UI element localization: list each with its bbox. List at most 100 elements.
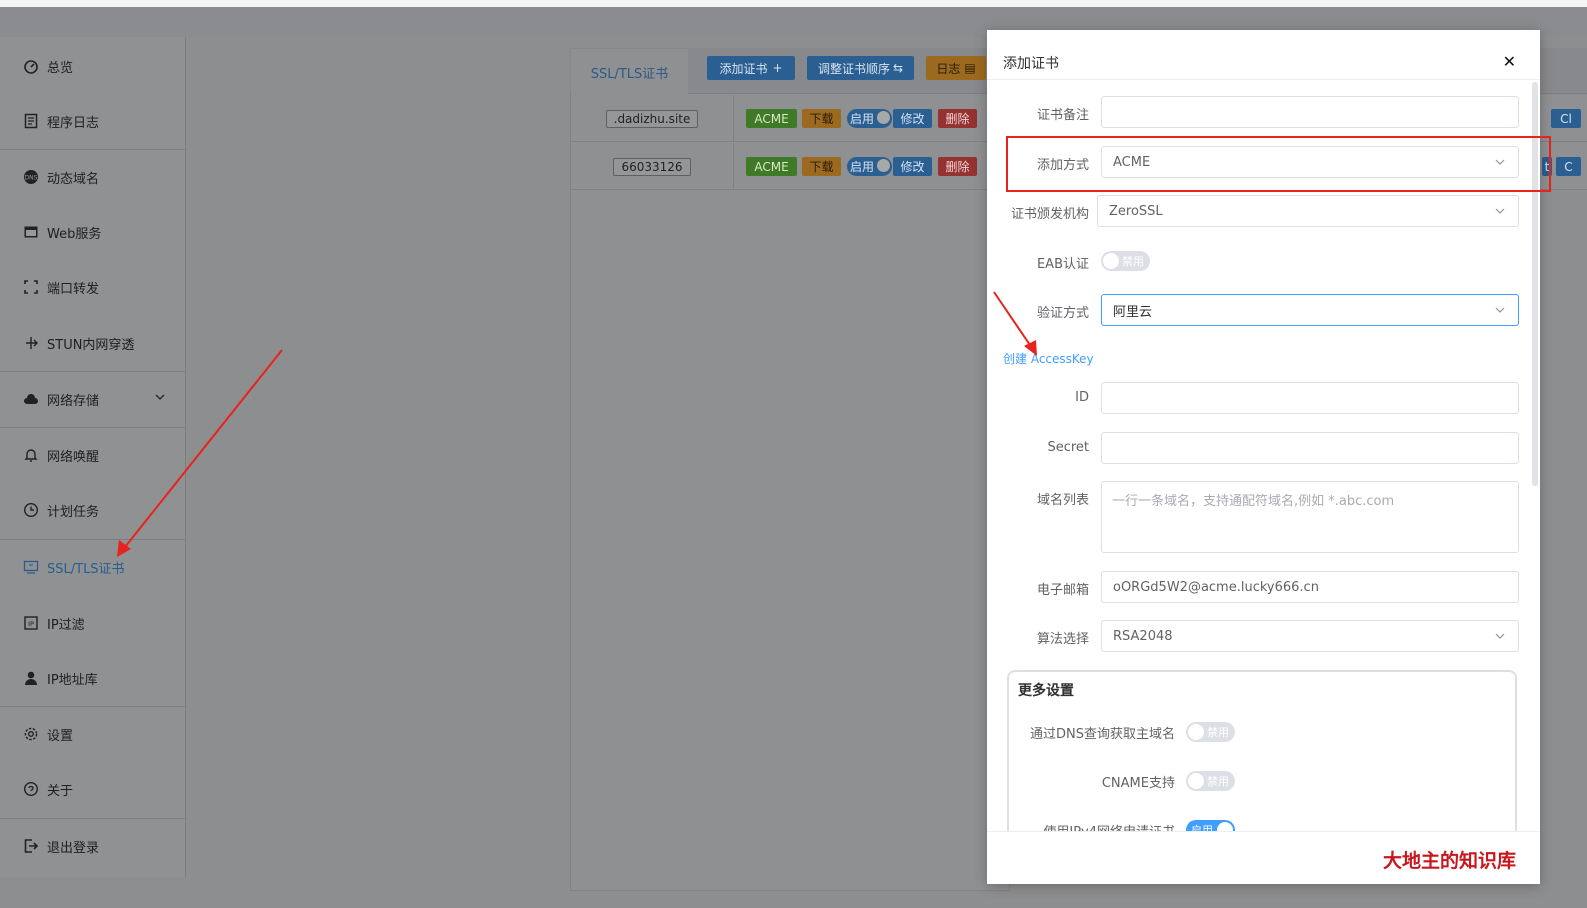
- cut-off-button[interactable]: C: [1556, 157, 1581, 176]
- issuer-select[interactable]: ZeroSSL: [1097, 195, 1519, 227]
- sidebar-item-ssl[interactable]: SSL/TLS证书: [0, 547, 186, 587]
- sidebar-item-label: 总览: [47, 60, 74, 76]
- sidebar: 总览 程序日志 DNS 动态域名 Web服务 端口转发 STUN内网穿透 网络存…: [0, 37, 186, 877]
- issuer-label: 证书颁发机构: [1010, 207, 1089, 222]
- download-button[interactable]: 下载: [802, 109, 841, 128]
- svg-text:IP: IP: [28, 620, 34, 628]
- ip-filter-icon: IP: [22, 614, 40, 632]
- ipv4-switch[interactable]: 启用: [1186, 820, 1235, 831]
- sidebar-divider: [0, 706, 186, 707]
- add-certificate-label: 添加证书: [719, 61, 768, 76]
- logout-icon: [22, 837, 40, 855]
- sidebar-item-label: 程序日志: [47, 115, 100, 131]
- sidebar-item-ddns[interactable]: DNS 动态域名: [0, 157, 186, 197]
- sidebar-item-about[interactable]: 关于: [0, 769, 186, 809]
- switch-knob: [1103, 253, 1119, 269]
- switch-state: 禁用: [1207, 726, 1229, 739]
- sidebar-item-label: Web服务: [47, 226, 102, 242]
- cut-off-button[interactable]: Cl: [1551, 109, 1581, 128]
- cname-label: CNAME支持: [1101, 776, 1175, 791]
- plus-icon: +: [772, 61, 783, 75]
- algorithm-label: 算法选择: [1036, 632, 1089, 647]
- sidebar-item-logout[interactable]: 退出登录: [0, 826, 186, 866]
- sidebar-item-label: IP地址库: [47, 672, 98, 688]
- sidebar-item-ip-db[interactable]: IP地址库: [0, 658, 186, 698]
- eab-switch[interactable]: 禁用: [1101, 251, 1150, 271]
- sidebar-item-ip-filter[interactable]: IP IP过滤: [0, 603, 186, 643]
- id-label: ID: [1075, 390, 1089, 405]
- sidebar-item-label: STUN内网穿透: [47, 337, 135, 353]
- sidebar-item-web[interactable]: Web服务: [0, 212, 186, 252]
- sidebar-item-label: 动态域名: [47, 171, 100, 187]
- chevron-down-icon: [1494, 304, 1506, 320]
- sidebar-item-label: 关于: [47, 783, 74, 799]
- enable-toggle[interactable]: 启用: [847, 109, 893, 128]
- sidebar-item-label: 网络存储: [47, 393, 100, 409]
- reorder-button[interactable]: 调整证书顺序 ⇆: [807, 56, 914, 80]
- log-icon: [22, 112, 40, 130]
- edit-button[interactable]: 修改: [893, 109, 932, 128]
- acme-tag: ACME: [746, 157, 797, 176]
- cname-switch[interactable]: 禁用: [1186, 771, 1235, 791]
- certificate-icon: [22, 558, 40, 576]
- algorithm-select[interactable]: RSA2048: [1101, 620, 1519, 652]
- sidebar-item-logs[interactable]: 程序日志: [0, 101, 186, 141]
- switch-state: 禁用: [1122, 255, 1144, 268]
- red-highlight-box: [1006, 136, 1551, 192]
- switch-knob: [1188, 773, 1204, 789]
- sidebar-item-settings[interactable]: 设置: [0, 714, 186, 754]
- sidebar-divider: [0, 818, 186, 819]
- reorder-label: 调整证书顺序: [817, 61, 890, 76]
- sidebar-item-port-forward[interactable]: 端口转发: [0, 267, 186, 307]
- email-input[interactable]: oORGd5W2@acme.lucky666.cn: [1101, 571, 1519, 603]
- clock-icon: [22, 501, 40, 519]
- id-input[interactable]: [1101, 382, 1519, 414]
- sidebar-item-label: IP过滤: [47, 617, 85, 633]
- delete-button[interactable]: 删除: [938, 109, 977, 128]
- verify-select[interactable]: 阿里云: [1101, 294, 1519, 326]
- delete-button[interactable]: 删除: [938, 157, 977, 176]
- sidebar-item-wol[interactable]: 网络唤醒: [0, 435, 186, 475]
- sort-icon: ⇆: [892, 61, 904, 75]
- create-accesskey-link[interactable]: 创建 AccessKey: [1003, 350, 1094, 367]
- sidebar-item-label: 设置: [47, 728, 74, 744]
- tab-ssl[interactable]: SSL/TLS证书: [571, 49, 688, 95]
- document-icon: ▤: [964, 61, 976, 75]
- download-button[interactable]: 下载: [802, 157, 841, 176]
- sidebar-divider: [0, 149, 186, 150]
- log-button[interactable]: 日志 ▤: [926, 56, 986, 80]
- watermark-text: 大地主的知识库: [1383, 850, 1517, 872]
- dns-query-switch[interactable]: 禁用: [1186, 722, 1235, 742]
- domains-textarea[interactable]: 一行一条域名，支持通配符域名,例如 *.abc.com: [1101, 481, 1519, 553]
- name-cell: 66033126: [571, 143, 734, 190]
- algorithm-value: RSA2048: [1113, 628, 1173, 644]
- sidebar-divider: [0, 371, 186, 372]
- close-icon[interactable]: ✕: [1503, 52, 1516, 71]
- dns-icon: DNS: [22, 168, 40, 186]
- remark-input[interactable]: [1101, 96, 1519, 128]
- sidebar-divider: [0, 427, 186, 428]
- sidebar-item-tasks[interactable]: 计划任务: [0, 490, 186, 530]
- cert-name: .dadizhu.site: [605, 109, 699, 128]
- name-cell: .dadizhu.site: [571, 95, 734, 142]
- chevron-down-icon: [154, 391, 166, 407]
- enable-toggle[interactable]: 启用: [847, 157, 893, 176]
- secret-input[interactable]: [1101, 432, 1519, 464]
- edit-button[interactable]: 修改: [893, 157, 932, 176]
- sidebar-item-storage[interactable]: 网络存储: [0, 379, 186, 419]
- add-certificate-button[interactable]: 添加证书 +: [707, 56, 795, 80]
- dialog-body: 证书备注 添加方式 ACME 证书颁发机构 ZeroSSL EAB认证 禁用 验…: [987, 81, 1540, 831]
- port-forward-icon: [22, 278, 40, 296]
- switch-state: 启用: [1191, 824, 1213, 831]
- user-icon: [22, 669, 40, 687]
- sidebar-item-label: 退出登录: [47, 840, 100, 856]
- switch-knob: [1217, 822, 1233, 831]
- domains-label: 域名列表: [1036, 493, 1089, 508]
- verify-value: 阿里云: [1113, 304, 1153, 320]
- chevron-down-icon: [1494, 630, 1506, 646]
- dialog-header: 添加证书 ✕: [987, 30, 1540, 80]
- dns-query-label: 通过DNS查询获取主域名: [1030, 727, 1175, 742]
- sidebar-item-stun[interactable]: STUN内网穿透: [0, 323, 186, 363]
- sidebar-item-overview[interactable]: 总览: [0, 46, 186, 86]
- switch-state: 禁用: [1207, 775, 1229, 788]
